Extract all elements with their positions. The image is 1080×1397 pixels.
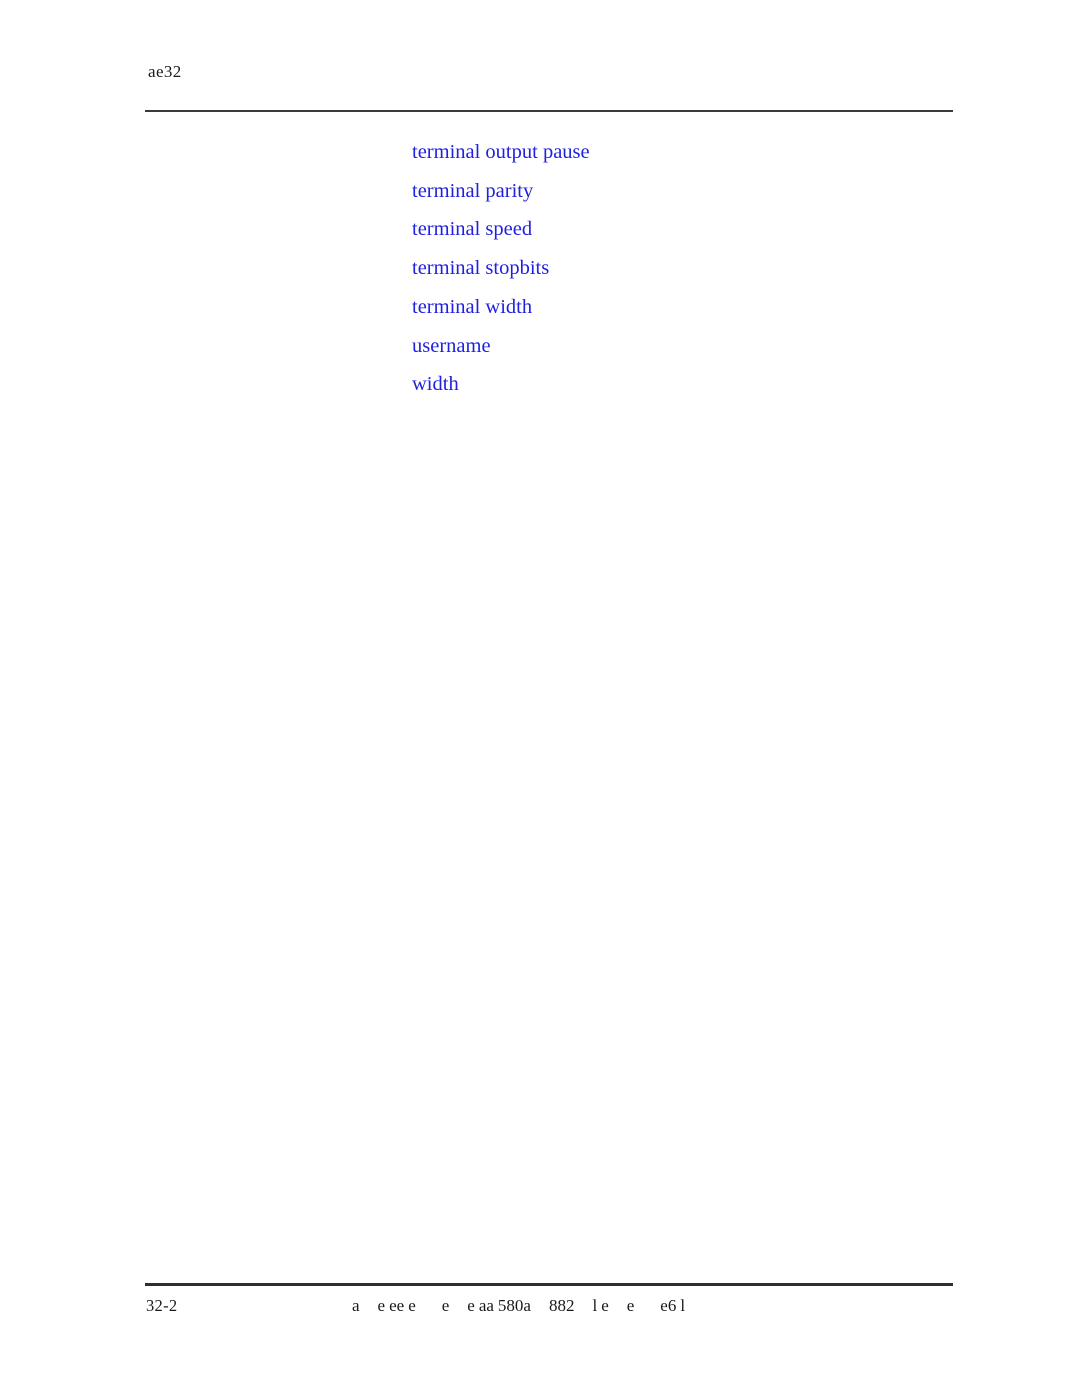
footer-note-fragment: e (408, 1296, 416, 1315)
footer-note-fragment: e (601, 1296, 609, 1315)
index-link[interactable]: terminal output pause (412, 133, 952, 172)
index-link[interactable]: terminal parity (412, 172, 952, 211)
footer-note-fragment: aa (478, 1296, 494, 1315)
footer-note-fragment: ee (389, 1296, 405, 1315)
page-number: 32-2 (146, 1296, 178, 1315)
document-page: ae32 terminal output pause terminal parit… (0, 0, 1080, 1397)
footer-note-fragment: l (680, 1296, 686, 1315)
index-link[interactable]: terminal speed (412, 210, 952, 249)
footer-note-fragment: e (626, 1296, 635, 1315)
footer-note-fragment: e (467, 1296, 475, 1315)
footer-note-fragment: a (352, 1296, 360, 1315)
footer-rule (145, 1283, 953, 1286)
footer-note-fragment: 882 (548, 1296, 575, 1315)
index-link-list: terminal output pause terminal parity term… (412, 133, 952, 404)
index-link[interactable]: width (412, 365, 952, 404)
footer-note-fragment: l (592, 1296, 598, 1315)
index-link[interactable]: terminal width (412, 288, 952, 327)
index-link[interactable]: terminal stopbits (412, 249, 952, 288)
footer-note-fragment: 580a (497, 1296, 531, 1315)
footer-note: a e ee e e e aa 580a 882 l e e e6 l (352, 1296, 685, 1316)
header-rule (145, 110, 953, 112)
footer-note-fragment: e6 (660, 1296, 677, 1315)
footer-note-fragment: e (441, 1296, 450, 1315)
footer-note-fragment: e (377, 1296, 386, 1315)
index-link[interactable]: username (412, 327, 952, 366)
running-header: ae32 (148, 62, 182, 81)
